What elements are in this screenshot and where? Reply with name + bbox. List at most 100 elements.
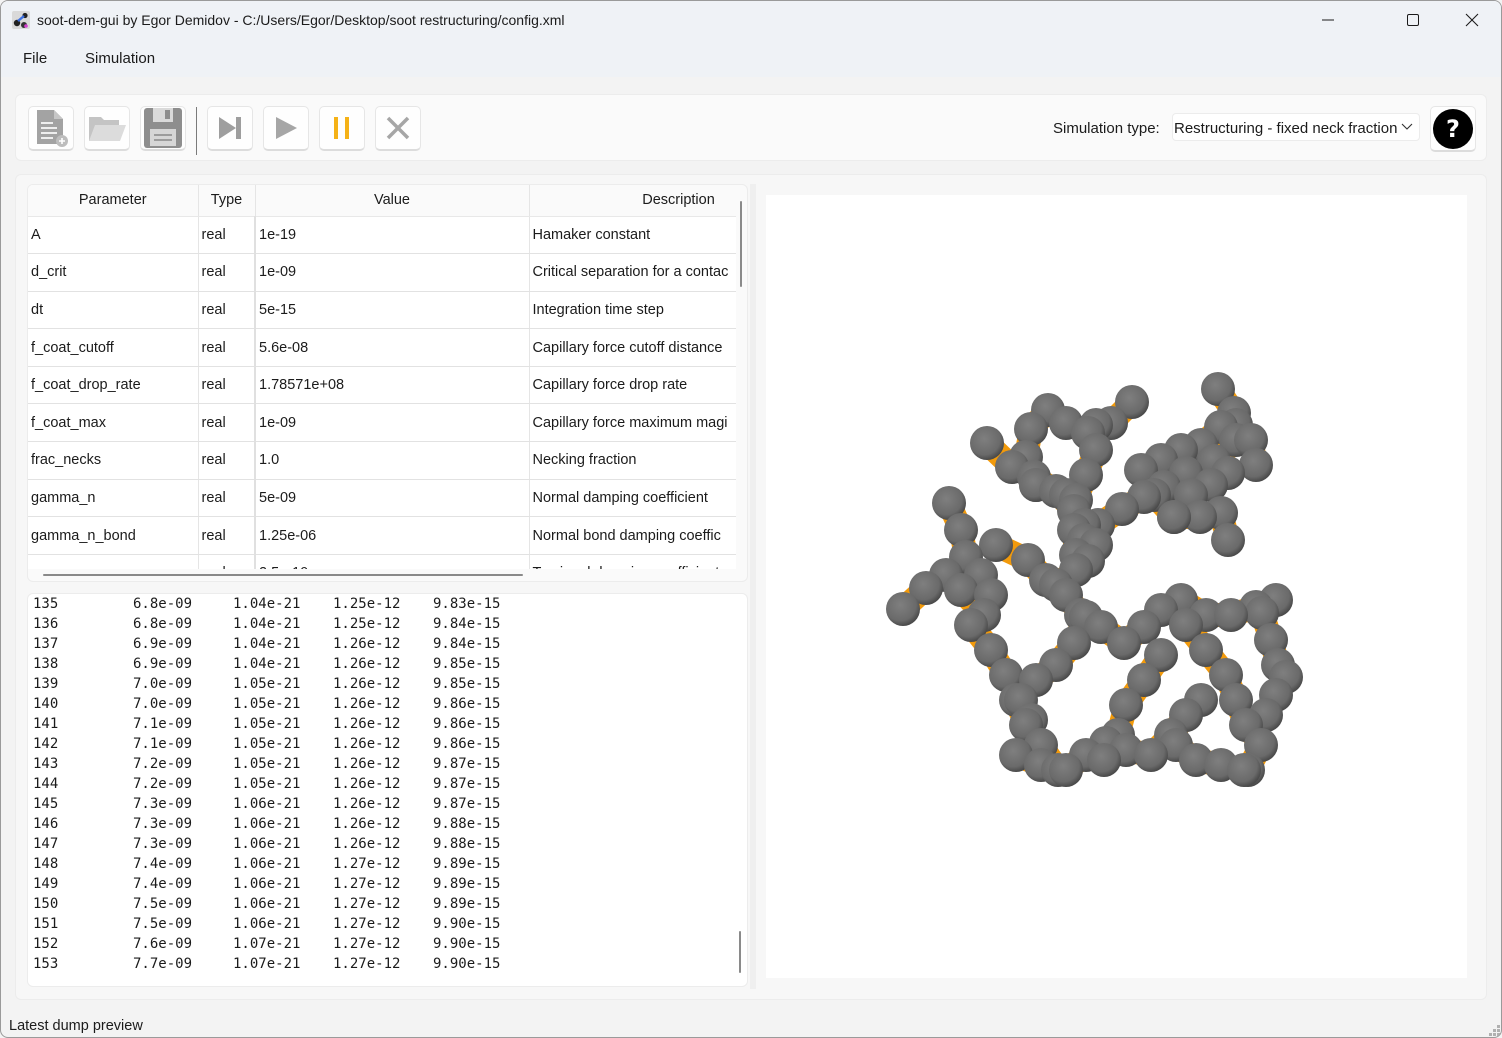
dump-line: 150 7.5e-09 1.06e-21 1.27e-12 9.89e-15 — [33, 894, 533, 914]
dump-vertical-scrollbar[interactable] — [739, 931, 741, 973]
parameter-row[interactable]: f_coat_cutoff real 5.6e-08 Capillary force … — [28, 328, 736, 367]
dump-cell: 1.06e-21 — [233, 896, 301, 912]
param-value-cell[interactable]: 5e-09 — [254, 479, 530, 518]
primary-particle — [1134, 738, 1168, 772]
dump-cell: 7.7e-09 — [133, 956, 193, 972]
dump-cell: 7.5e-09 — [133, 916, 193, 932]
param-value-cell[interactable]: 1.0 — [254, 441, 530, 480]
param-value-cell[interactable]: 5.6e-08 — [254, 328, 530, 367]
simulation-type-value: Restructuring - fixed neck fraction — [1174, 120, 1398, 137]
param-description-cell: Hamaker constant — [529, 216, 736, 255]
param-description-cell: Capillary force drop rate — [529, 366, 736, 405]
dump-cell: 1.27e-12 — [333, 916, 401, 932]
primary-particle — [1107, 626, 1141, 660]
dump-line: 141 7.1e-09 1.05e-21 1.26e-12 9.86e-15 — [33, 714, 533, 734]
param-name-cell: f_coat_cutoff — [28, 328, 199, 367]
new-file-button[interactable] — [28, 106, 74, 151]
dump-cell: 145 — [33, 796, 59, 812]
dump-cell: 7.3e-09 — [133, 836, 193, 852]
parameter-row[interactable]: Areal 1e-19 Hamaker constant — [28, 216, 736, 255]
column-header-parameter[interactable]: Parameter — [28, 185, 199, 217]
dump-cell: 1.26e-12 — [333, 836, 401, 852]
param-type-cell: real — [198, 554, 256, 569]
dump-cell: 1.26e-12 — [333, 696, 401, 712]
dump-cell: 1.26e-12 — [333, 716, 401, 732]
primary-particle — [979, 528, 1013, 562]
parameter-row[interactable]: gamma_n_bond real 1.25e-06 Normal bond damp… — [28, 516, 736, 555]
param-description-cell: Normal bond damping coeffic — [529, 516, 736, 555]
param-value-cell[interactable]: 1e-09 — [254, 403, 530, 443]
parameter-row[interactable]: f_coat_drop_rate real 1.78571e+08 Capillary… — [28, 366, 736, 405]
maximize-button[interactable] — [1384, 1, 1442, 39]
dump-line: 145 7.3e-09 1.06e-21 1.26e-12 9.87e-15 — [33, 794, 533, 814]
save-file-button[interactable] — [140, 106, 186, 151]
aggregate-render — [886, 372, 1303, 787]
param-value-cell[interactable]: 1e-09 — [254, 253, 530, 292]
primary-particle — [970, 426, 1004, 460]
dump-cell: 136 — [33, 616, 59, 632]
dump-cell: 1.25e-12 — [333, 596, 401, 612]
pause-button[interactable] — [319, 106, 365, 151]
parameter-table-vertical-scrollbar[interactable] — [740, 201, 742, 287]
toolbar-separator — [196, 107, 197, 155]
param-value-cell[interactable]: 2.5e-10 — [254, 554, 530, 569]
open-file-button[interactable] — [84, 106, 130, 151]
param-type-cell: real — [198, 366, 256, 405]
dump-cell: 9.84e-15 — [433, 616, 501, 632]
aggregate-3d-viewer[interactable] — [766, 195, 1467, 978]
dump-cell: 1.06e-21 — [233, 876, 301, 892]
run-button[interactable] — [263, 106, 309, 151]
parameter-row[interactable]: gamma_n real 5e-09 Normal damping coefficie… — [28, 479, 736, 518]
dump-line: 138 6.9e-09 1.04e-21 1.26e-12 9.85e-15 — [33, 654, 533, 674]
dump-cell: 9.88e-15 — [433, 836, 501, 852]
dump-cell: 1.06e-21 — [233, 836, 301, 852]
panel-splitter[interactable] — [750, 184, 756, 989]
dump-line: 142 7.1e-09 1.05e-21 1.26e-12 9.86e-15 — [33, 734, 533, 754]
parameter-row[interactable]: d_crit real 1e-09 Critical separation for a… — [28, 253, 736, 292]
param-description-cell: Capillary force cutoff distance — [529, 328, 736, 367]
column-header-description[interactable]: Description — [529, 185, 736, 217]
param-description-cell: Capillary force maximum magi — [529, 403, 736, 443]
dump-line: 151 7.5e-09 1.06e-21 1.27e-12 9.90e-15 — [33, 914, 533, 934]
primary-particle — [1049, 753, 1083, 787]
param-value-cell[interactable]: 5e-15 — [254, 291, 530, 330]
dump-line: 146 7.3e-09 1.06e-21 1.26e-12 9.88e-15 — [33, 814, 533, 834]
param-type-cell: real — [198, 291, 256, 330]
menu-file[interactable]: File — [23, 50, 47, 67]
param-type-cell: real — [198, 479, 256, 518]
stop-button[interactable] — [375, 106, 421, 151]
simulation-type-label: Simulation type: — [1053, 120, 1160, 137]
dump-line: 139 7.0e-09 1.05e-21 1.26e-12 9.85e-15 — [33, 674, 533, 694]
column-header-value[interactable]: Value — [255, 185, 530, 217]
dump-cell: 1.26e-12 — [333, 636, 401, 652]
dump-cell: 9.90e-15 — [433, 916, 501, 932]
parameter-table-horizontal-scrollbar[interactable] — [43, 574, 523, 576]
dump-cell: 150 — [33, 896, 59, 912]
column-header-type[interactable]: Type — [198, 185, 256, 217]
maximize-icon — [1407, 14, 1419, 26]
parameter-row[interactable]: frac_necks real 1.0 Necking fraction — [28, 441, 736, 480]
dump-line: 147 7.3e-09 1.06e-21 1.26e-12 9.88e-15 — [33, 834, 533, 854]
simulation-type-select[interactable]: Restructuring - fixed neck fraction — [1172, 113, 1420, 141]
menu-simulation[interactable]: Simulation — [85, 50, 155, 67]
close-window-button[interactable] — [1443, 1, 1501, 39]
parameter-row[interactable]: f_coat_max real 1e-09 Capillary force maxim… — [28, 403, 736, 443]
minimize-button[interactable] — [1299, 1, 1357, 39]
resize-grip-icon[interactable] — [1489, 1025, 1501, 1037]
pause-icon — [334, 117, 349, 139]
dump-cell: 138 — [33, 656, 59, 672]
dump-cell: 9.87e-15 — [433, 776, 501, 792]
dump-cell: 148 — [33, 856, 59, 872]
primary-particle — [1109, 688, 1143, 722]
dump-output-panel[interactable]: 135 6.8e-09 1.04e-21 1.25e-12 9.83e-15 136 6.8… — [27, 593, 748, 987]
param-value-cell[interactable]: 1.25e-06 — [254, 516, 530, 555]
step-button[interactable] — [207, 106, 253, 151]
parameter-row[interactable]: dt real 5e-15 Integration time step — [28, 291, 736, 330]
dump-cell: 144 — [33, 776, 59, 792]
close-icon — [1465, 13, 1479, 27]
param-value-cell[interactable]: 1e-19 — [254, 216, 530, 255]
param-value-cell[interactable]: 1.78571e+08 — [254, 366, 530, 405]
primary-particle — [1087, 743, 1121, 777]
parameter-row[interactable]: real2.5e-10Torsional damping coefficient — [28, 554, 736, 569]
help-button[interactable]: ? — [1430, 106, 1476, 152]
